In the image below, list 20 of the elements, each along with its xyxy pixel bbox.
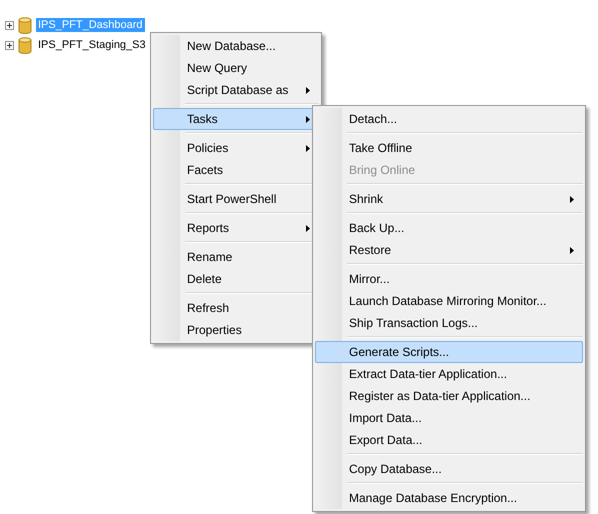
menu-item[interactable]: Manage Database Encryption... bbox=[315, 487, 583, 509]
menu-item[interactable]: Import Data... bbox=[315, 407, 583, 429]
menu-item[interactable]: Ship Transaction Logs... bbox=[315, 312, 583, 334]
menu-item[interactable]: Launch Database Mirroring Monitor... bbox=[315, 290, 583, 312]
menu-item[interactable]: Restore bbox=[315, 239, 583, 261]
menu-item[interactable]: Export Data... bbox=[315, 429, 583, 451]
expand-icon[interactable] bbox=[5, 20, 14, 30]
database-icon bbox=[18, 36, 32, 54]
expand-icon[interactable] bbox=[5, 40, 14, 50]
menu-item[interactable]: Script Database as bbox=[153, 79, 319, 101]
menu-item[interactable]: Copy Database... bbox=[315, 458, 583, 480]
menu-item[interactable]: New Database... bbox=[153, 35, 319, 57]
tree-item[interactable]: IPS_PFT_Staging_S3 bbox=[36, 38, 148, 52]
menu-item[interactable]: Generate Scripts... bbox=[315, 341, 583, 363]
menu-item[interactable]: Shrink bbox=[315, 188, 583, 210]
menu-item[interactable]: New Query bbox=[153, 57, 319, 79]
menu-item[interactable]: Extract Data-tier Application... bbox=[315, 363, 583, 385]
menu-item[interactable]: Register as Data-tier Application... bbox=[315, 385, 583, 407]
menu-item[interactable]: Mirror... bbox=[315, 268, 583, 290]
database-icon bbox=[18, 16, 32, 34]
